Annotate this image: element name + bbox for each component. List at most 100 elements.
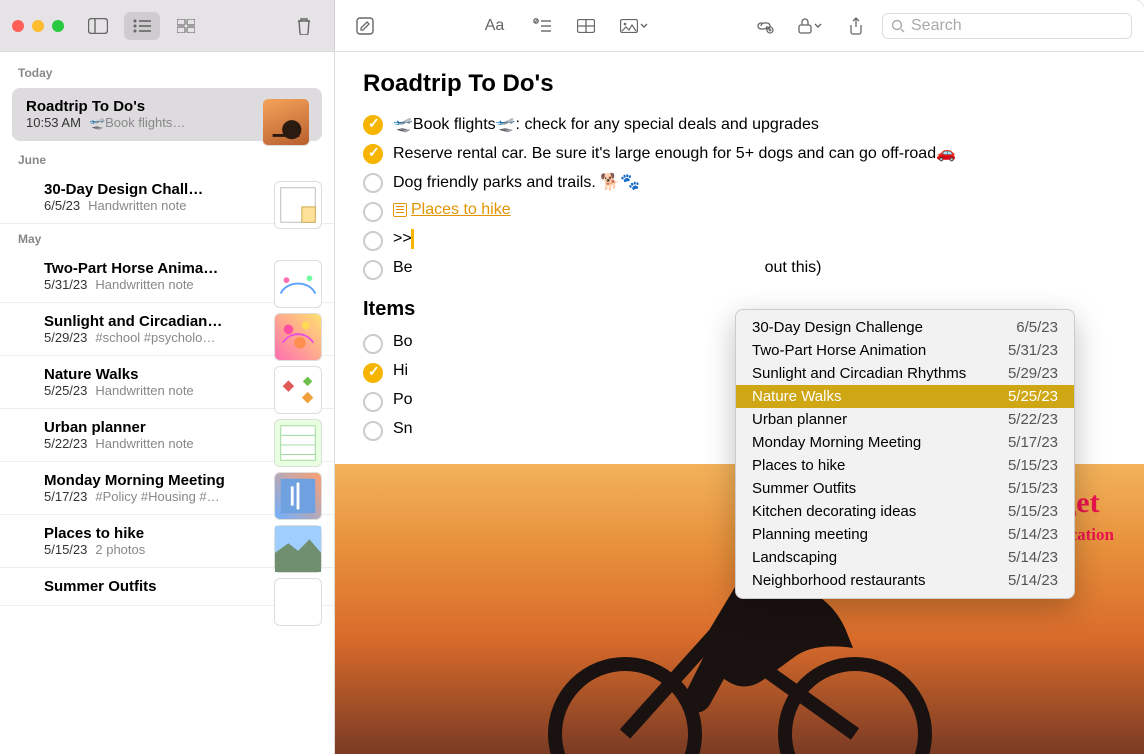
suggestion-date: 5/14/23	[1008, 526, 1058, 543]
suggestion-label: 30-Day Design Challenge	[752, 319, 923, 336]
checkbox-circle[interactable]	[363, 334, 383, 354]
checklist-text[interactable]: Reserve rental car. Be sure it's large e…	[393, 143, 1116, 163]
note-list-item[interactable]: Monday Morning Meeting 5/17/23 #Policy #…	[0, 462, 334, 515]
suggestion-label: Landscaping	[752, 549, 837, 566]
format-text-icon[interactable]: Aa	[474, 12, 516, 40]
note-title[interactable]: Roadtrip To Do's	[363, 70, 1116, 98]
share-icon[interactable]	[838, 12, 874, 40]
checkbox-circle[interactable]	[363, 144, 383, 164]
suggestion-date: 6/5/23	[1016, 319, 1058, 336]
titlebar-sidebar-section	[0, 0, 335, 51]
suggestion-item[interactable]: Planning meeting 5/14/23	[736, 523, 1074, 546]
note-content-area: Roadtrip To Do's 🛫Book flights🛫: check f…	[335, 52, 1144, 754]
note-item-preview: #Policy #Housing #…	[95, 489, 219, 504]
suggestion-item[interactable]: Kitchen decorating ideas5/15/23	[736, 500, 1074, 523]
new-note-icon[interactable]	[347, 12, 383, 40]
suggestion-date: 5/22/23	[1008, 411, 1058, 428]
suggestion-item[interactable]: Urban planner 5/22/23	[736, 408, 1074, 431]
lock-dropdown-icon[interactable]	[790, 12, 830, 40]
checkbox-circle[interactable]	[363, 231, 383, 251]
note-list-item[interactable]: Summer Outfits	[0, 568, 334, 606]
note-thumbnail	[262, 98, 310, 146]
checklist-item[interactable]: Reserve rental car. Be sure it's large e…	[363, 139, 1116, 168]
checkbox-circle[interactable]	[363, 115, 383, 135]
suggestion-label: Neighborhood restaurants	[752, 572, 925, 589]
note-item-date: 5/29/23	[44, 330, 87, 345]
note-thumbnail	[274, 419, 322, 467]
suggestion-item[interactable]: Summer Outfits5/15/23	[736, 477, 1074, 500]
suggestion-date: 5/25/23	[1008, 388, 1058, 405]
suggestion-item[interactable]: Monday Morning Meeting5/17/23	[736, 431, 1074, 454]
toggle-sidebar-icon[interactable]	[80, 12, 116, 40]
suggestion-item[interactable]: Landscaping 5/14/23	[736, 546, 1074, 569]
note-list-item[interactable]: Nature Walks 5/25/23 Handwritten note	[0, 356, 334, 409]
titlebar: Aa Search	[0, 0, 1144, 52]
note-link-suggestions-popup: 30-Day Design Challenge 6/5/23 Two-Part Ho…	[735, 309, 1075, 599]
maximize-window[interactable]	[52, 20, 64, 32]
suggestion-date: 5/31/23	[1008, 342, 1058, 359]
checkbox-circle[interactable]	[363, 260, 383, 280]
suggestion-date: 5/15/23	[1008, 457, 1058, 474]
note-thumbnail	[274, 472, 322, 520]
gallery-view-icon[interactable]	[168, 12, 204, 40]
note-thumbnail	[274, 260, 322, 308]
note-thumbnail	[274, 525, 322, 573]
suggestion-date: 5/14/23	[1008, 549, 1058, 566]
checklist-item[interactable]: >>	[363, 226, 1116, 255]
suggestion-item[interactable]: 30-Day Design Challenge 6/5/23	[736, 316, 1074, 339]
table-icon[interactable]	[568, 12, 604, 40]
note-thumbnail	[274, 578, 322, 626]
suggestion-item[interactable]: Two-Part Horse Animation5/31/23	[736, 339, 1074, 362]
checklist-item[interactable]: Bexxxxxxxxxxxxxxxxxxxxxxxxxxxxxxxxxxxxxx…	[363, 255, 1116, 284]
suggestion-label: Planning meeting	[752, 526, 868, 543]
note-thumbnail	[274, 366, 322, 414]
suggestion-label: Urban planner	[752, 411, 847, 428]
note-list-item[interactable]: Urban planner 5/22/23 Handwritten note	[0, 409, 334, 462]
note-list-item[interactable]: Sunlight and Circadian… 5/29/23 #school …	[0, 303, 334, 356]
note-item-preview: Handwritten note	[95, 383, 193, 398]
window-controls	[12, 20, 64, 32]
checklist-icon[interactable]	[524, 12, 560, 40]
titlebar-main-section: Aa Search	[335, 0, 1144, 51]
checkbox-circle[interactable]	[363, 173, 383, 193]
note-list-item[interactable]: Roadtrip To Do's 10:53 AM 🛫Book flights…	[12, 88, 322, 141]
checkbox-circle[interactable]	[363, 421, 383, 441]
note-item-date: 5/15/23	[44, 542, 87, 557]
suggestion-label: Kitchen decorating ideas	[752, 503, 916, 520]
section-header: June	[0, 145, 334, 171]
suggestion-date: 5/14/23	[1008, 572, 1058, 589]
suggestion-item[interactable]: Places to hike5/15/23	[736, 454, 1074, 477]
note-item-date: 5/31/23	[44, 277, 87, 292]
suggestion-date: 5/15/23	[1008, 480, 1058, 497]
checkbox-circle[interactable]	[363, 392, 383, 412]
link-icon[interactable]	[746, 12, 782, 40]
checkbox-circle[interactable]	[363, 202, 383, 222]
checkbox-circle[interactable]	[363, 363, 383, 383]
delete-icon[interactable]	[286, 12, 322, 40]
suggestion-item[interactable]: Sunlight and Circadian Rhythms5/29/23	[736, 362, 1074, 385]
checklist-text[interactable]: >>	[393, 230, 1116, 248]
note-list-item[interactable]: Two-Part Horse Anima… 5/31/23 Handwritte…	[0, 250, 334, 303]
note-item-preview: Handwritten note	[95, 277, 193, 292]
note-link-icon	[393, 203, 407, 217]
media-dropdown-icon[interactable]	[612, 12, 656, 40]
minimize-window[interactable]	[32, 20, 44, 32]
checklist-item[interactable]: Places to hike	[363, 197, 1116, 226]
note-list-item[interactable]: 30-Day Design Chall… 6/5/23 Handwritten …	[0, 171, 334, 224]
note-list-item[interactable]: Places to hike 5/15/23 2 photos	[0, 515, 334, 568]
note-link[interactable]: Places to hike	[393, 201, 511, 219]
suggestion-label: Monday Morning Meeting	[752, 434, 921, 451]
suggestion-item[interactable]: Nature Walks5/25/23	[736, 385, 1074, 408]
note-item-preview: #school #psycholo…	[95, 330, 215, 345]
text-cursor	[412, 230, 413, 248]
checklist-text[interactable]: Bexxxxxxxxxxxxxxxxxxxxxxxxxxxxxxxxxxxxxx…	[393, 259, 1116, 277]
suggestion-item[interactable]: Neighborhood restaurants 5/14/23	[736, 569, 1074, 592]
checklist-text[interactable]: 🛫Book flights🛫: check for any special de…	[393, 114, 1116, 134]
checklist-text[interactable]: Dog friendly parks and trails. 🐕🐾	[393, 172, 1116, 192]
checklist-item[interactable]: 🛫Book flights🛫: check for any special de…	[363, 110, 1116, 139]
checklist-item[interactable]: Dog friendly parks and trails. 🐕🐾	[363, 168, 1116, 197]
close-window[interactable]	[12, 20, 24, 32]
search-field[interactable]: Search	[882, 13, 1132, 39]
list-view-icon[interactable]	[124, 12, 160, 40]
checklist-text[interactable]: Places to hike	[393, 201, 1116, 222]
